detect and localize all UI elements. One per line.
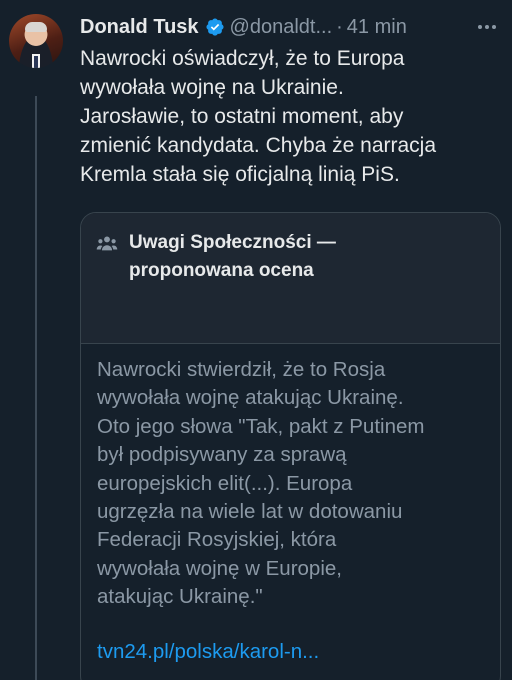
tweet-header: Donald Tusk @donaldt... · 41 min (80, 12, 500, 42)
author-handle[interactable]: @donaldt... (230, 16, 333, 39)
community-note-header: Uwagi Społeczności — proponowana ocena (81, 213, 500, 344)
verified-badge-icon (205, 18, 224, 36)
thread-line (35, 96, 37, 680)
timestamp[interactable]: 41 min (347, 16, 407, 39)
note-body-line: Oto jego słowa "Tak, pakt z Putinem (97, 414, 425, 438)
avatar[interactable] (9, 14, 63, 68)
note-body-line: wywołała wojnę w Europie, (97, 556, 342, 580)
note-body-line: europejskich elit(...). Europa (97, 471, 353, 495)
note-body-line: Nawrocki stwierdził, że to Rosja (97, 358, 386, 381)
tweet-text-line: Kremla stała się oficjalną linią PiS. (80, 163, 400, 186)
note-source-link[interactable]: tvn24.pl/polska/karol-n... (97, 640, 319, 664)
tweet-text: Nawrocki oświadczył, że to Europa wywoła… (80, 44, 504, 189)
author-name[interactable]: Donald Tusk (80, 16, 199, 39)
note-title-line: proponowana ocena (129, 260, 314, 281)
tweet-text-line: Nawrocki oświadczył, że to Europa (80, 47, 405, 70)
separator-dot: · (336, 15, 343, 38)
avatar-tie (34, 56, 38, 68)
note-body-line: Federacji Rosyjskiej, która (97, 528, 337, 552)
more-options-icon[interactable] (474, 25, 500, 29)
note-body-line: wywołała wojnę atakując Ukrainę. (97, 386, 404, 410)
community-note-title: Uwagi Społeczności — proponowana ocena (129, 229, 336, 285)
community-note-card[interactable]: Uwagi Społeczności — proponowana ocena N… (80, 212, 501, 680)
community-notes-people-icon (96, 236, 118, 251)
note-body-line: ugrzęzła na wiele lat w dotowaniu (97, 500, 403, 524)
avatar-hair (25, 22, 47, 32)
tweet-text-line: Jarosławie, to ostatni moment, aby (80, 105, 404, 128)
note-body-line: atakując Ukrainę." (97, 585, 263, 609)
note-body-line: był podpisywany za sprawą (97, 443, 347, 467)
note-title-line: Uwagi Społeczności — (129, 232, 336, 253)
tweet-text-line: wywołała wojnę na Ukrainie. (80, 76, 344, 99)
community-note-body: Nawrocki stwierdził, że to Rosja wywołał… (97, 356, 497, 612)
tweet-text-line: zmienić kandydata. Chyba że narracja (80, 134, 437, 157)
